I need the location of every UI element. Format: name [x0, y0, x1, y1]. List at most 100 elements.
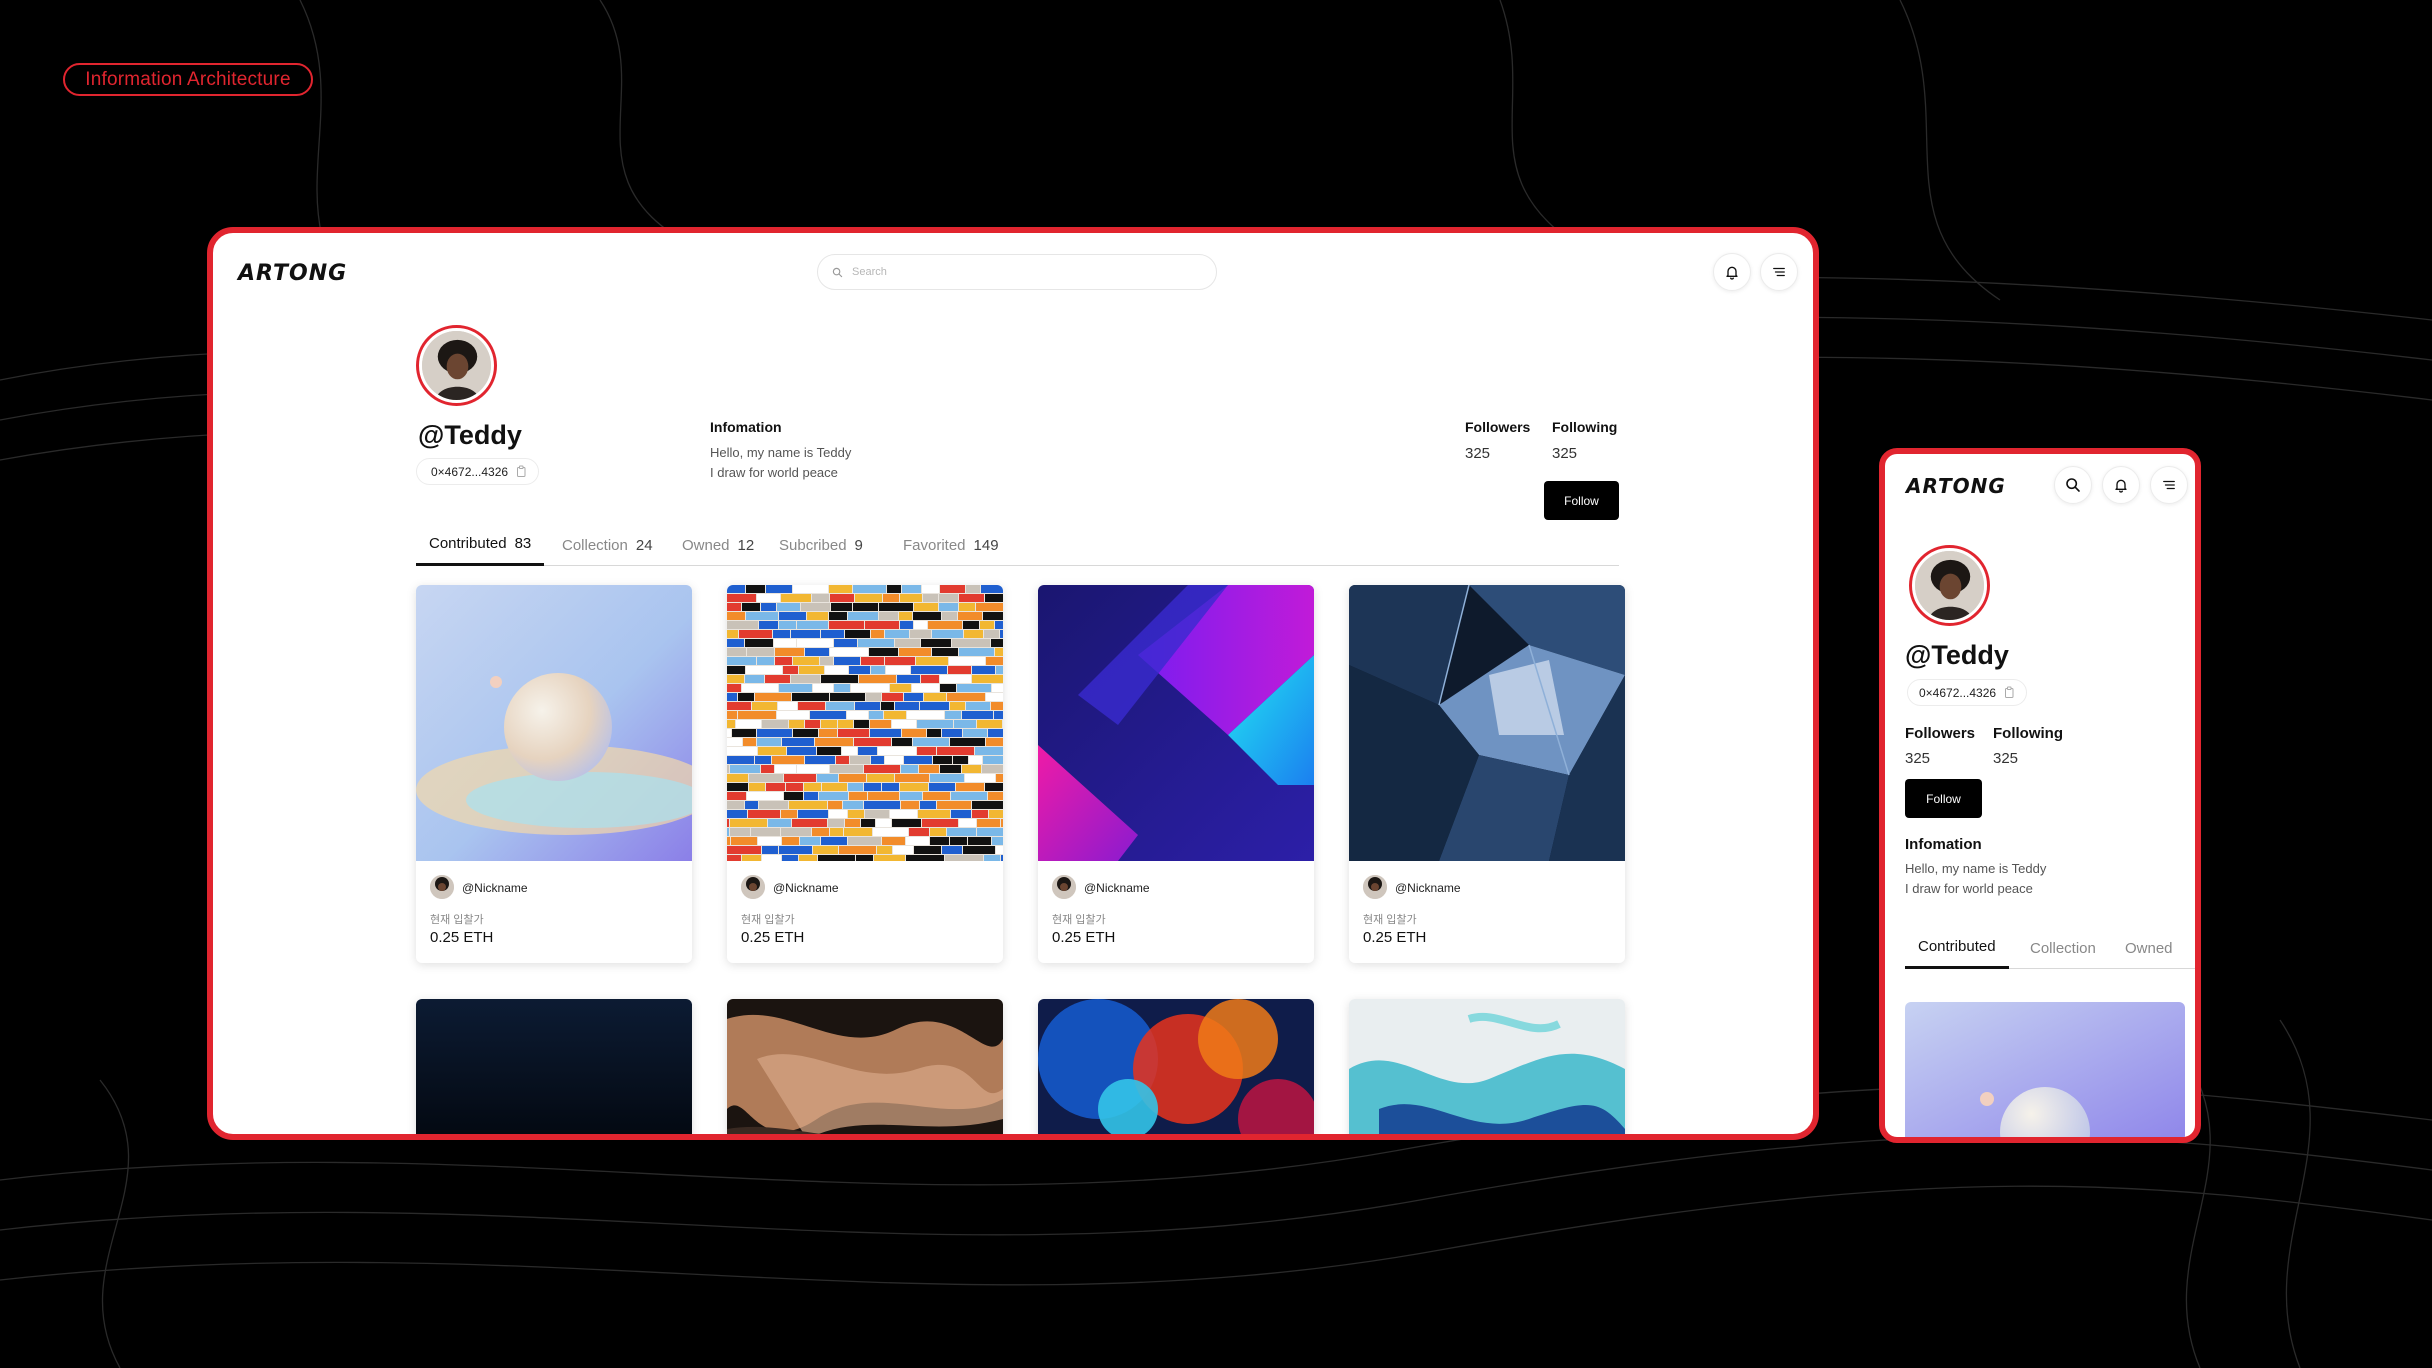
nft-card[interactable]: @Nickname 현재 입찰가 0.25 ETH — [1038, 585, 1314, 963]
followers-label[interactable]: Followers — [1905, 725, 1975, 742]
tab-label: Owned — [2125, 939, 2173, 957]
nft-artwork — [1349, 585, 1625, 861]
followers-count[interactable]: 325 — [1465, 445, 1490, 462]
bio-line-2: I draw for world peace — [1905, 881, 2033, 896]
search-input[interactable] — [852, 266, 1152, 278]
price-label: 현재 입찰가 — [1363, 914, 1417, 926]
search-bar[interactable] — [817, 254, 1217, 290]
nft-card[interactable]: @Nickname 현재 입찰가 0.25 ETH — [1349, 585, 1625, 963]
owner-nickname[interactable]: @Nickname — [773, 881, 839, 895]
nft-artwork — [1349, 999, 1625, 1134]
tab-contributed[interactable]: Contributed 83 — [416, 524, 545, 566]
profile-handle: @Teddy — [418, 420, 522, 450]
following-label[interactable]: Following — [1552, 419, 1617, 435]
owner-avatar — [1363, 875, 1387, 899]
wallet-address[interactable]: 0×4672...4326 — [1907, 679, 2028, 706]
artong-logo[interactable]: ARTONG — [238, 261, 347, 286]
notification-button[interactable] — [1713, 253, 1751, 291]
profile-tabs: Contributed Collection Owned — [1905, 927, 2195, 969]
owner-avatar — [1052, 875, 1076, 899]
follow-button[interactable]: Follow — [1544, 481, 1619, 520]
owner-nickname[interactable]: @Nickname — [1395, 881, 1461, 895]
tab-count: 24 — [635, 536, 653, 554]
wallet-address-text: 0×4672...4326 — [431, 464, 509, 479]
followers-label[interactable]: Followers — [1465, 419, 1530, 435]
profile-tabs: Contributed 83 Collection 24 Owned 12 Su… — [416, 524, 1619, 566]
menu-button[interactable] — [2150, 466, 2188, 504]
top-navigation: ARTONG — [213, 233, 1813, 323]
bell-icon — [1726, 266, 1738, 280]
nft-artwork — [416, 585, 692, 861]
artong-logo[interactable]: ARTONG — [1906, 474, 2006, 498]
information-title: Infomation — [1905, 836, 1982, 853]
nft-card[interactable]: @Nickname 현재 입찰가 0.25 ETH — [727, 585, 1003, 963]
tab-label: Contributed — [429, 535, 507, 552]
nft-card[interactable] — [1349, 999, 1625, 1134]
search-button[interactable] — [2054, 466, 2092, 504]
nft-artwork — [1038, 585, 1314, 861]
search-icon — [832, 267, 843, 277]
notification-button[interactable] — [2102, 466, 2140, 504]
owner-avatar — [430, 875, 454, 899]
price-label: 현재 입찰가 — [1052, 914, 1106, 926]
price-value: 0.25 ETH — [1363, 929, 1427, 946]
owner-nickname[interactable]: @Nickname — [1084, 881, 1150, 895]
nft-artwork — [1905, 1002, 2185, 1137]
follow-button[interactable]: Follow — [1905, 779, 1982, 818]
nft-artwork — [727, 585, 1003, 861]
following-label[interactable]: Following — [1993, 725, 2063, 742]
avatar — [416, 325, 497, 406]
owner-avatar — [741, 875, 765, 899]
tab-count: 83 — [514, 535, 532, 552]
wallet-address-text: 0×4672...4326 — [1919, 685, 1997, 700]
profile-handle: @Teddy — [1905, 640, 2009, 670]
tab-label: Owned — [682, 536, 730, 554]
nft-artwork — [416, 999, 692, 1134]
tab-collection[interactable]: Collection — [2030, 927, 2096, 969]
tab-subscribed[interactable]: Subcribed 9 — [779, 524, 863, 566]
menu-icon — [2163, 480, 2175, 490]
tab-collection[interactable]: Collection 24 — [562, 524, 653, 566]
tab-owned[interactable]: Owned 12 — [682, 524, 754, 566]
tab-count: 12 — [737, 536, 755, 554]
owner-nickname[interactable]: @Nickname — [462, 881, 528, 895]
tab-count: 149 — [973, 536, 999, 554]
nft-card[interactable] — [1038, 999, 1314, 1134]
menu-button[interactable] — [1760, 253, 1798, 291]
tab-label: Collection — [562, 536, 628, 554]
price-value: 0.25 ETH — [430, 929, 494, 946]
tab-label: Collection — [2030, 939, 2096, 957]
tab-contributed[interactable]: Contributed — [1905, 927, 2009, 969]
nft-card[interactable] — [416, 999, 692, 1134]
price-value: 0.25 ETH — [1052, 929, 1116, 946]
nft-artwork — [727, 999, 1003, 1134]
tab-favorited[interactable]: Favorited 149 — [903, 524, 999, 566]
tab-label: Favorited — [903, 536, 966, 554]
followers-count[interactable]: 325 — [1905, 750, 1930, 767]
nft-card[interactable]: @Nickname 현재 입찰가 0.25 ETH — [416, 585, 692, 963]
bell-icon — [2115, 479, 2127, 493]
bio-line-2: I draw for world peace — [710, 465, 838, 480]
wallet-address[interactable]: 0×4672...4326 — [416, 458, 540, 485]
following-count[interactable]: 325 — [1993, 750, 2018, 767]
menu-icon — [1773, 267, 1785, 277]
section-badge: Information Architecture — [63, 63, 313, 96]
copy-icon[interactable] — [516, 465, 527, 478]
avatar — [1909, 545, 1990, 626]
tab-label: Contributed — [1918, 938, 1996, 955]
following-count[interactable]: 325 — [1552, 445, 1577, 462]
mobile-profile-frame: ARTONG @Teddy 0×4672...4326 Followers 32… — [1879, 448, 2201, 1143]
tab-owned[interactable]: Owned — [2125, 927, 2173, 969]
nft-artwork — [1038, 999, 1314, 1134]
copy-icon[interactable] — [2004, 686, 2015, 699]
nft-card[interactable] — [1905, 1002, 2185, 1137]
tab-count: 9 — [854, 536, 863, 554]
avatar-image — [1915, 551, 1984, 620]
tab-label: Subcribed — [779, 536, 847, 554]
information-title: Infomation — [710, 419, 782, 435]
price-value: 0.25 ETH — [741, 929, 805, 946]
price-label: 현재 입찰가 — [741, 914, 795, 926]
avatar-image — [422, 331, 491, 400]
nft-card[interactable] — [727, 999, 1003, 1134]
desktop-profile-frame: ARTONG Search @Teddy 0×4672...4326 Infom… — [207, 227, 1819, 1140]
